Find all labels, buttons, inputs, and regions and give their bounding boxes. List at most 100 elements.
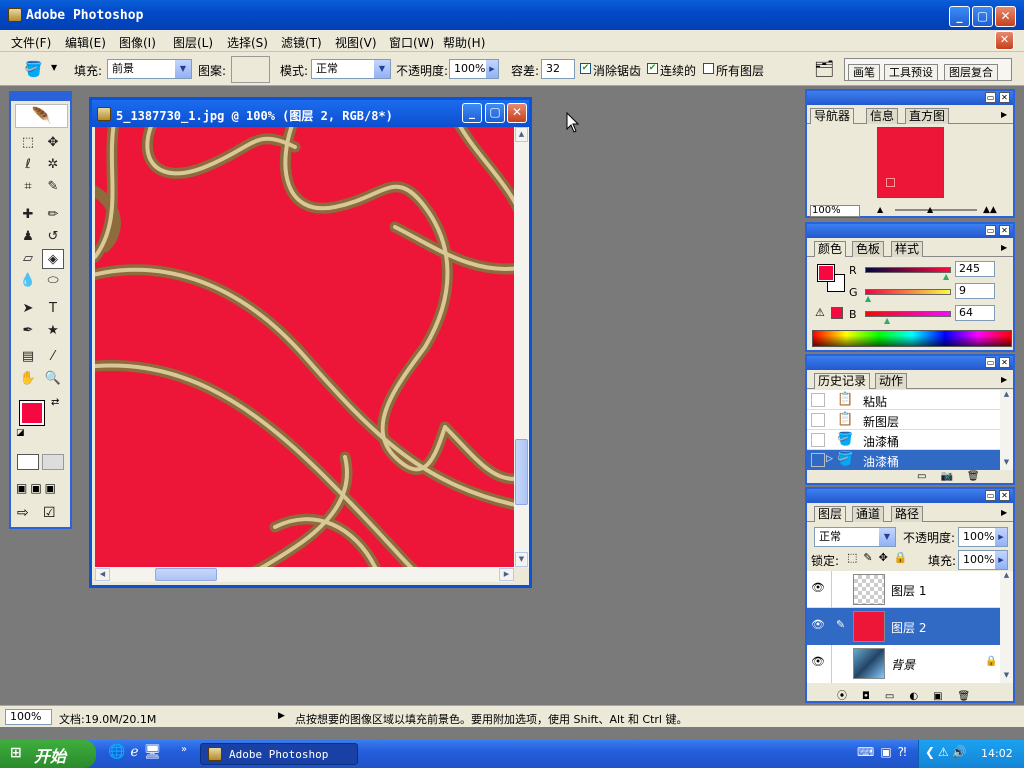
crop-icon[interactable]: ⌗ xyxy=(17,177,39,197)
history-item[interactable]: 📋 粘贴 xyxy=(807,390,1000,410)
jump-to-imageready-icon[interactable]: ⇨ xyxy=(17,505,29,521)
panel-minimize-icon[interactable]: ▭ xyxy=(985,490,996,501)
layer-opacity-input[interactable]: 100% ▶ xyxy=(958,527,1008,547)
panel-menu-icon[interactable]: ▶ xyxy=(1001,508,1007,517)
tab-channels[interactable]: 通道 xyxy=(852,506,885,522)
panel-close-icon[interactable]: ✕ xyxy=(999,490,1010,501)
scroll-right-icon[interactable]: ▶ xyxy=(499,568,514,581)
horizontal-scroll-thumb[interactable] xyxy=(155,568,217,581)
marquee-icon[interactable]: ⬚ xyxy=(17,133,39,153)
hand-icon[interactable]: ✋ xyxy=(17,369,39,389)
menu-select[interactable]: 选择(S) xyxy=(227,34,268,51)
zoom-out-icon[interactable]: ▲ xyxy=(877,205,883,214)
zoom-slider-thumb[interactable]: ▲ xyxy=(927,205,933,214)
panel-minimize-icon[interactable]: ▭ xyxy=(985,225,996,236)
tab-tool-presets[interactable]: 工具预设 xyxy=(884,64,938,81)
scroll-up-icon[interactable]: ▲ xyxy=(1000,571,1013,579)
quick-mask-button[interactable] xyxy=(42,454,64,470)
history-source-box[interactable] xyxy=(811,393,825,407)
doc-minimize-button[interactable]: _ xyxy=(462,103,482,123)
color-ramp[interactable] xyxy=(812,330,1012,347)
menu-window[interactable]: 窗口(W) xyxy=(389,34,434,51)
tab-color[interactable]: 颜色 xyxy=(814,241,847,257)
history-item[interactable]: 📋 新图层 xyxy=(807,410,1000,430)
shape-icon[interactable]: ★ xyxy=(42,321,64,341)
g-slider-thumb[interactable]: ▲ xyxy=(865,294,871,303)
panel-close-icon[interactable]: ✕ xyxy=(999,92,1010,103)
minimize-button[interactable]: _ xyxy=(949,6,970,27)
navigator-zoom-field[interactable]: 100% xyxy=(810,205,860,217)
antialias-checkbox[interactable]: ✔ xyxy=(580,63,591,74)
navigator-thumbnail[interactable] xyxy=(877,127,944,198)
scroll-down-icon[interactable]: ▼ xyxy=(515,552,528,567)
eye-icon[interactable]: 👁 xyxy=(811,618,825,631)
panel-menu-icon[interactable]: ▶ xyxy=(1001,375,1007,384)
menu-help[interactable]: 帮助(H) xyxy=(443,34,485,51)
sponge-icon[interactable]: ⬭ xyxy=(42,271,64,291)
eraser-icon[interactable]: ▱ xyxy=(17,249,39,269)
menu-image[interactable]: 图像(I) xyxy=(119,34,156,51)
history-item-selected[interactable]: ▷ 🪣 油漆桶 xyxy=(807,450,1000,470)
tab-layers[interactable]: 图层 xyxy=(814,506,847,522)
status-zoom-field[interactable]: 100% xyxy=(5,709,52,725)
g-slider[interactable] xyxy=(865,289,951,295)
paint-bucket-tool-icon[interactable]: ◈ xyxy=(42,249,64,269)
vertical-scroll-thumb[interactable] xyxy=(515,439,528,505)
healing-brush-icon[interactable]: ✚ xyxy=(17,205,39,225)
path-select-icon[interactable]: ➤ xyxy=(17,299,39,319)
panel-menu-icon[interactable]: ▶ xyxy=(1001,243,1007,252)
history-actions-icons[interactable]: ▭📷🗑 xyxy=(917,471,994,482)
doc-close-window-button[interactable]: ✕ xyxy=(507,103,527,123)
maximize-button[interactable]: ▢ xyxy=(972,6,993,27)
screen-mode-icons[interactable]: ▣▣▣ xyxy=(16,481,59,495)
file-browser-icon[interactable]: 🗂 xyxy=(814,59,834,78)
horizontal-scrollbar[interactable]: ◀ ▶ xyxy=(95,567,514,582)
menu-layer[interactable]: 图层(L) xyxy=(173,34,213,51)
history-brush-icon[interactable]: ↺ xyxy=(42,227,64,247)
zoom-in-icon[interactable]: ▲▲ xyxy=(983,205,997,215)
paint-bucket-icon[interactable]: 🪣 xyxy=(24,60,43,78)
layers-scrollbar[interactable]: ▲ ▼ xyxy=(1000,571,1013,683)
slice-icon[interactable]: ✎ xyxy=(42,177,64,197)
standard-mode-button[interactable] xyxy=(17,454,39,470)
history-scrollbar[interactable]: ▲ ▼ xyxy=(1000,390,1013,470)
brush-icon[interactable]: ✏ xyxy=(42,205,64,225)
contiguous-checkbox[interactable]: ✔ xyxy=(647,63,658,74)
layer-row-selected[interactable]: 👁 ✎ 图层 2 xyxy=(807,608,1000,645)
menu-filter[interactable]: 滤镜(T) xyxy=(281,34,322,51)
r-slider[interactable] xyxy=(865,267,951,273)
scroll-up-icon[interactable]: ▲ xyxy=(515,127,528,142)
history-state-slider-icon[interactable]: ▷ xyxy=(826,454,833,464)
clock[interactable]: 14:02 xyxy=(981,747,1013,760)
fill-select[interactable]: 前景 ▼ xyxy=(107,59,192,79)
gamut-warning-icon[interactable]: ⚠ xyxy=(815,306,825,319)
eye-icon[interactable]: 👁 xyxy=(811,655,825,668)
b-slider[interactable] xyxy=(865,311,951,317)
start-button[interactable]: ⊞ 开始 xyxy=(0,740,96,768)
stamp-icon[interactable]: ♟ xyxy=(17,227,39,247)
all-layers-checkbox[interactable] xyxy=(703,63,714,74)
doc-close-button[interactable]: ✕ xyxy=(995,31,1014,50)
document-title-bar[interactable]: 5_1387730_1.jpg @ 100% (图层 2, RGB/8*) _ … xyxy=(92,100,529,127)
scroll-left-icon[interactable]: ◀ xyxy=(95,568,110,581)
chevron-down-icon[interactable]: ▼ xyxy=(51,63,57,72)
eyedropper-icon[interactable]: ⁄ xyxy=(42,347,64,367)
panel-close-icon[interactable]: ✕ xyxy=(999,225,1010,236)
layer-row[interactable]: 👁 背景 🔒 xyxy=(807,645,1000,683)
panel-minimize-icon[interactable]: ▭ xyxy=(985,92,996,103)
scroll-down-icon[interactable]: ▼ xyxy=(1000,671,1013,679)
opacity-input[interactable]: 100% ▶ xyxy=(449,59,499,79)
scroll-down-icon[interactable]: ▼ xyxy=(1000,458,1013,466)
close-button[interactable]: ✕ xyxy=(995,6,1016,27)
mode-select[interactable]: 正常 ▼ xyxy=(311,59,391,79)
tab-histogram[interactable]: 直方图 xyxy=(905,108,950,124)
doc-maximize-button[interactable]: ▢ xyxy=(485,103,505,123)
status-menu-icon[interactable]: ▶ xyxy=(278,711,285,721)
scroll-up-icon[interactable]: ▲ xyxy=(1000,390,1013,398)
layer-fill-input[interactable]: 100% ▶ xyxy=(958,550,1008,570)
tab-swatches[interactable]: 色板 xyxy=(852,241,885,257)
menu-edit[interactable]: 编辑(E) xyxy=(65,34,106,51)
history-item[interactable]: 🪣 油漆桶 xyxy=(807,430,1000,450)
feather-icon[interactable]: 🪶 xyxy=(15,104,68,128)
history-source-box[interactable] xyxy=(811,453,825,467)
